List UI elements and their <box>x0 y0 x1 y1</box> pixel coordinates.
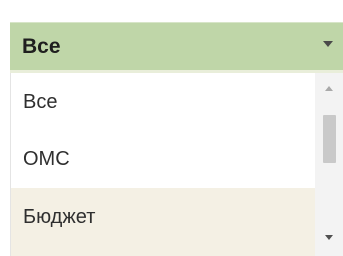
dropdown-option-all[interactable]: Все <box>11 73 315 130</box>
chevron-down-icon[interactable] <box>325 235 333 240</box>
option-label: ОМС <box>23 148 70 170</box>
select-control[interactable]: Все <box>10 22 343 70</box>
dropdown-option-budget[interactable]: Бюджет <box>11 188 315 256</box>
selected-value: Все <box>22 35 61 58</box>
dropdown-option-oms[interactable]: ОМС <box>11 130 315 188</box>
scrollbar-thumb[interactable] <box>323 115 336 163</box>
dropdown-scrollbar[interactable] <box>315 73 343 256</box>
option-label: Бюджет <box>23 206 96 228</box>
chevron-up-icon[interactable] <box>325 86 333 91</box>
canvas: Все Все ОМС Бюджет <box>0 0 343 256</box>
chevron-down-icon[interactable] <box>323 41 333 47</box>
dropdown-list[interactable]: Все ОМС Бюджет <box>10 73 343 256</box>
option-label: Все <box>23 91 58 113</box>
